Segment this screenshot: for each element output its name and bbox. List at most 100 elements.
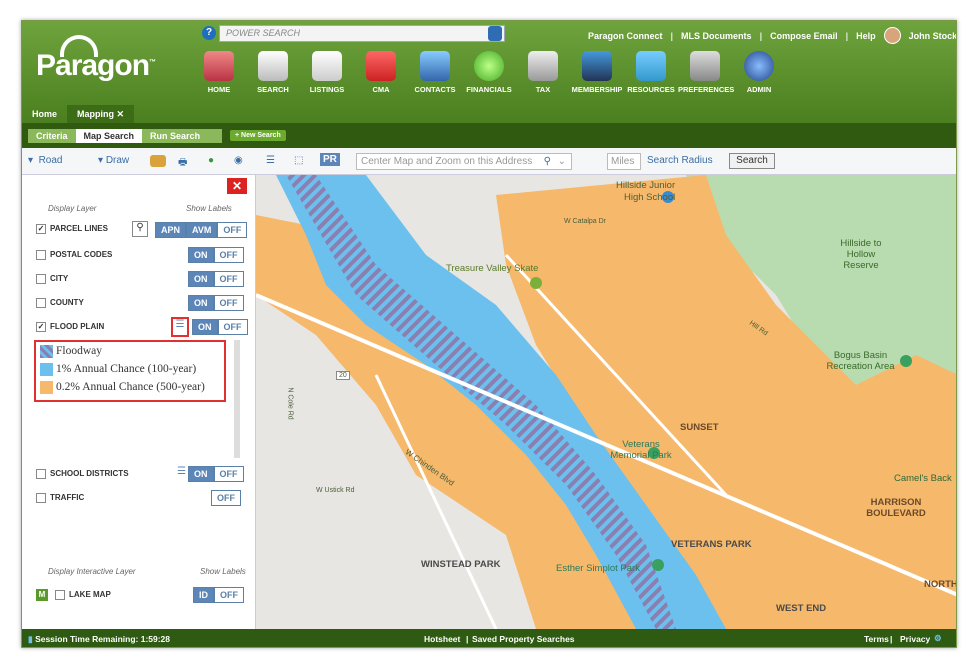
new-search-button[interactable]: + New Search	[230, 130, 286, 141]
tab-bar: Home Mapping ✕	[22, 105, 135, 123]
pin-icon[interactable]: ●	[208, 155, 214, 166]
map-label-veterans: Veterans Memorial Park	[610, 439, 672, 461]
layer-lake-map[interactable]: LAKE MAP	[55, 587, 111, 603]
hundred-year-swatch	[40, 362, 53, 376]
skate-park-pin[interactable]	[530, 277, 542, 289]
traffic-toggle[interactable]: OFF	[211, 490, 241, 506]
subtab-run-search[interactable]: Run Search	[142, 129, 223, 143]
settings-gear-icon[interactable]: ⚙	[934, 633, 942, 644]
map-label-cole: N Cole Rd	[286, 387, 294, 420]
nav-search[interactable]: SEARCH	[246, 51, 300, 94]
list-view-icon[interactable]: ☰	[266, 155, 275, 166]
layer-school-districts[interactable]: SCHOOL DISTRICTS	[36, 466, 129, 482]
tax-icon	[528, 51, 558, 81]
flood-plain-checkbox[interactable]: ✓	[36, 321, 46, 332]
school-districts-checkbox[interactable]	[36, 468, 46, 479]
subtab-map-search[interactable]: Map Search	[75, 129, 143, 143]
traffic-checkbox[interactable]	[36, 492, 46, 503]
county-checkbox[interactable]	[36, 297, 46, 308]
road-dropdown[interactable]: ▾ Road	[28, 155, 62, 166]
help-icon[interactable]: ?	[202, 26, 216, 40]
postal-codes-toggle[interactable]: ON OFF	[188, 247, 244, 263]
print-icon[interactable]: 🖶	[178, 155, 187, 172]
footer: ▮ Session Time Remaining: 1:59:28 Hotshe…	[22, 629, 956, 647]
lake-map-checkbox[interactable]	[55, 589, 65, 600]
parcel-lines-toggle[interactable]: APN AVM OFF	[155, 222, 248, 238]
address-input[interactable]: Center Map and Zoom on this Address ⚲ ⌄	[356, 153, 572, 170]
main-nav: HOME SEARCH LISTINGS CMA CONTACTS FINANC…	[192, 51, 786, 94]
search-button[interactable]: Search	[729, 153, 775, 169]
user-name[interactable]: John Stock	[909, 31, 956, 41]
layer-postal-codes[interactable]: POSTAL CODES	[36, 247, 112, 263]
pr-button[interactable]: PR	[320, 153, 340, 166]
map-canvas[interactable]: Hillside Junior High School W Catalpa Dr…	[256, 175, 957, 629]
layer-parcel-lines[interactable]: ✓ PARCEL LINES	[36, 221, 108, 237]
postal-codes-checkbox[interactable]	[36, 249, 46, 260]
close-panel-button[interactable]: ✕	[227, 178, 247, 194]
tab-mapping[interactable]: Mapping ✕	[67, 105, 135, 123]
avatar[interactable]	[883, 27, 901, 44]
flood-plain-toggle[interactable]: ON OFF	[192, 319, 248, 335]
legend-icon[interactable]: ☰	[171, 317, 189, 337]
nav-contacts[interactable]: CONTACTS	[408, 51, 462, 94]
nav-admin[interactable]: ADMIN	[732, 51, 786, 94]
mls-documents-link[interactable]: MLS Documents	[681, 31, 752, 41]
school-legend-icon[interactable]: ☰	[177, 466, 186, 477]
layer-traffic[interactable]: TRAFFIC	[36, 490, 84, 506]
compose-email-link[interactable]: Compose Email	[770, 31, 838, 41]
cma-icon	[366, 51, 396, 81]
nav-financials[interactable]: FINANCIALS	[462, 51, 516, 94]
legend-100-year: 1% Annual Chance (100-year)	[36, 360, 224, 378]
school-districts-toggle[interactable]: ON OFF	[188, 466, 244, 482]
layers-icon[interactable]	[150, 155, 166, 167]
zoom-area-icon[interactable]: ⬚	[294, 155, 303, 166]
nav-membership[interactable]: MEMBERSHIP	[570, 51, 624, 94]
hotsheet-link[interactable]: Hotsheet	[424, 634, 460, 644]
saved-searches-link[interactable]: Saved Property Searches	[472, 634, 575, 644]
power-search-input[interactable]: POWER SEARCH	[219, 25, 505, 42]
lake-map-toggle[interactable]: ID OFF	[193, 587, 244, 603]
layer-city[interactable]: CITY	[36, 271, 68, 287]
miles-input[interactable]: Miles	[607, 153, 641, 170]
resources-icon	[636, 51, 666, 81]
search-icon[interactable]: ⚲	[544, 156, 551, 167]
legend-floodway: Floodway	[36, 342, 224, 360]
terms-link[interactable]: Terms	[864, 634, 889, 644]
privacy-link[interactable]: Privacy	[900, 634, 930, 644]
tab-home[interactable]: Home	[22, 105, 67, 123]
microphone-icon[interactable]	[488, 26, 502, 41]
chevron-down-icon[interactable]: ⌄	[558, 156, 566, 167]
nav-tax[interactable]: TAX	[516, 51, 570, 94]
layer-flood-plain[interactable]: ✓ FLOOD PLAIN	[36, 319, 104, 335]
membership-icon	[582, 51, 612, 81]
map-label-west-end: WEST END	[776, 603, 827, 614]
county-toggle[interactable]: ON OFF	[188, 295, 244, 311]
nav-resources[interactable]: RESOURCES	[624, 51, 678, 94]
map-label-hillside-junior: Hillside Junior	[616, 180, 676, 191]
map-label-catalpa: W Catalpa Dr	[564, 218, 607, 225]
house-logo-icon	[60, 35, 98, 57]
city-toggle[interactable]: ON OFF	[188, 271, 244, 287]
parcel-lines-checkbox[interactable]: ✓	[36, 223, 46, 234]
footer-sep-2: |	[890, 634, 893, 644]
map-label-north: NORTH	[924, 579, 957, 590]
nav-cma[interactable]: CMA	[354, 51, 408, 94]
paragon-connect-link[interactable]: Paragon Connect	[588, 31, 663, 41]
search-icon	[258, 51, 288, 81]
legend-scrollbar[interactable]	[234, 340, 240, 458]
sub-bar: Criteria Map Search Run Search + New Sea…	[22, 123, 956, 148]
magnifier-icon[interactable]: ⚲	[132, 221, 148, 237]
floodway-swatch	[40, 344, 53, 358]
draw-dropdown[interactable]: ▾ Draw	[98, 155, 129, 166]
eye-icon[interactable]: ◉	[234, 155, 243, 166]
layer-county[interactable]: COUNTY	[36, 295, 84, 311]
help-link[interactable]: Help	[856, 31, 876, 41]
m-badge: M	[36, 589, 48, 601]
esther-pin[interactable]	[652, 559, 664, 571]
subtab-criteria[interactable]: Criteria	[28, 129, 76, 143]
city-checkbox[interactable]	[36, 273, 46, 284]
nav-listings[interactable]: LISTINGS	[300, 51, 354, 94]
close-tab-icon[interactable]: ✕	[117, 109, 125, 119]
nav-home[interactable]: HOME	[192, 51, 246, 94]
nav-preferences[interactable]: PREFERENCES	[678, 51, 734, 94]
